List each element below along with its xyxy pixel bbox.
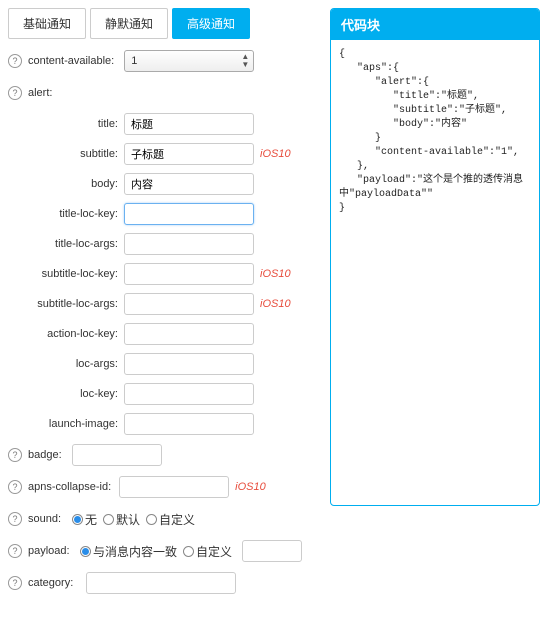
sound-opt-1[interactable]: 默认	[116, 511, 140, 528]
payload-radio-group: 与消息内容一致 自定义	[80, 543, 236, 560]
body-input[interactable]	[124, 173, 254, 195]
subtitle-loc-args-label: subtitle-loc-args:	[28, 298, 118, 310]
content-available-label: content-available:	[28, 55, 114, 67]
subtitle-loc-key-label: subtitle-loc-key:	[28, 268, 118, 280]
radio-icon[interactable]	[146, 514, 157, 525]
category-input[interactable]	[86, 572, 236, 594]
ios-badge: iOS10	[260, 148, 291, 160]
sound-label: sound:	[28, 513, 68, 525]
alert-fields: title: subtitle: iOS10 body: title-loc-k…	[28, 113, 318, 435]
radio-icon[interactable]	[72, 514, 83, 525]
tab-advanced[interactable]: 高级通知	[172, 8, 250, 39]
title-loc-args-label: title-loc-args:	[28, 238, 118, 250]
category-label: category:	[28, 577, 82, 589]
loc-key-label: loc-key:	[28, 388, 118, 400]
payload-input[interactable]	[242, 540, 302, 562]
sound-radio-group: 无 默认 自定义	[72, 511, 199, 528]
chevron-updown-icon: ▲▼	[241, 53, 249, 69]
code-panel-wrap: 代码块 { "aps":{ "alert":{ "title":"标题", "s…	[330, 8, 540, 603]
radio-icon[interactable]	[183, 546, 194, 557]
ios-badge: iOS10	[235, 481, 266, 493]
radio-icon[interactable]	[80, 546, 91, 557]
title-label: title:	[28, 118, 118, 130]
alert-label: alert:	[28, 87, 52, 99]
ios-badge: iOS10	[260, 268, 291, 280]
code-panel-title: 代码块	[331, 9, 539, 40]
subtitle-loc-args-input[interactable]	[124, 293, 254, 315]
tab-silent[interactable]: 静默通知	[90, 8, 168, 39]
help-icon[interactable]: ?	[8, 480, 22, 494]
apns-collapse-id-label: apns-collapse-id:	[28, 481, 111, 493]
body-label: body:	[28, 178, 118, 190]
radio-icon[interactable]	[103, 514, 114, 525]
badge-input[interactable]	[72, 444, 162, 466]
form-panel: 基础通知 静默通知 高级通知 ? content-available: 1 ▲▼…	[8, 8, 318, 603]
subtitle-input[interactable]	[124, 143, 254, 165]
code-body: { "aps":{ "alert":{ "title":"标题", "subti…	[331, 40, 539, 224]
help-icon[interactable]: ?	[8, 86, 22, 100]
ios-badge: iOS10	[260, 298, 291, 310]
subtitle-loc-key-input[interactable]	[124, 263, 254, 285]
tabs: 基础通知 静默通知 高级通知	[8, 8, 318, 39]
payload-opt-0[interactable]: 与消息内容一致	[93, 543, 177, 560]
subtitle-label: subtitle:	[28, 148, 118, 160]
loc-args-input[interactable]	[124, 353, 254, 375]
help-icon[interactable]: ?	[8, 544, 22, 558]
code-panel: 代码块 { "aps":{ "alert":{ "title":"标题", "s…	[330, 8, 540, 506]
help-icon[interactable]: ?	[8, 512, 22, 526]
launch-image-label: launch-image:	[28, 418, 118, 430]
help-icon[interactable]: ?	[8, 54, 22, 68]
apns-collapse-id-input[interactable]	[119, 476, 229, 498]
content-available-select[interactable]: 1 ▲▼	[124, 50, 254, 72]
title-loc-key-input[interactable]	[124, 203, 254, 225]
content-available-value: 1	[131, 55, 137, 67]
sound-opt-2[interactable]: 自定义	[159, 511, 195, 528]
title-loc-key-label: title-loc-key:	[28, 208, 118, 220]
help-icon[interactable]: ?	[8, 448, 22, 462]
loc-key-input[interactable]	[124, 383, 254, 405]
launch-image-input[interactable]	[124, 413, 254, 435]
help-icon[interactable]: ?	[8, 576, 22, 590]
tab-basic[interactable]: 基础通知	[8, 8, 86, 39]
action-loc-key-input[interactable]	[124, 323, 254, 345]
sound-opt-0[interactable]: 无	[85, 511, 97, 528]
badge-label: badge:	[28, 449, 68, 461]
loc-args-label: loc-args:	[28, 358, 118, 370]
action-loc-key-label: action-loc-key:	[28, 328, 118, 340]
title-input[interactable]	[124, 113, 254, 135]
title-loc-args-input[interactable]	[124, 233, 254, 255]
payload-label: payload:	[28, 545, 76, 557]
payload-opt-1[interactable]: 自定义	[196, 543, 232, 560]
